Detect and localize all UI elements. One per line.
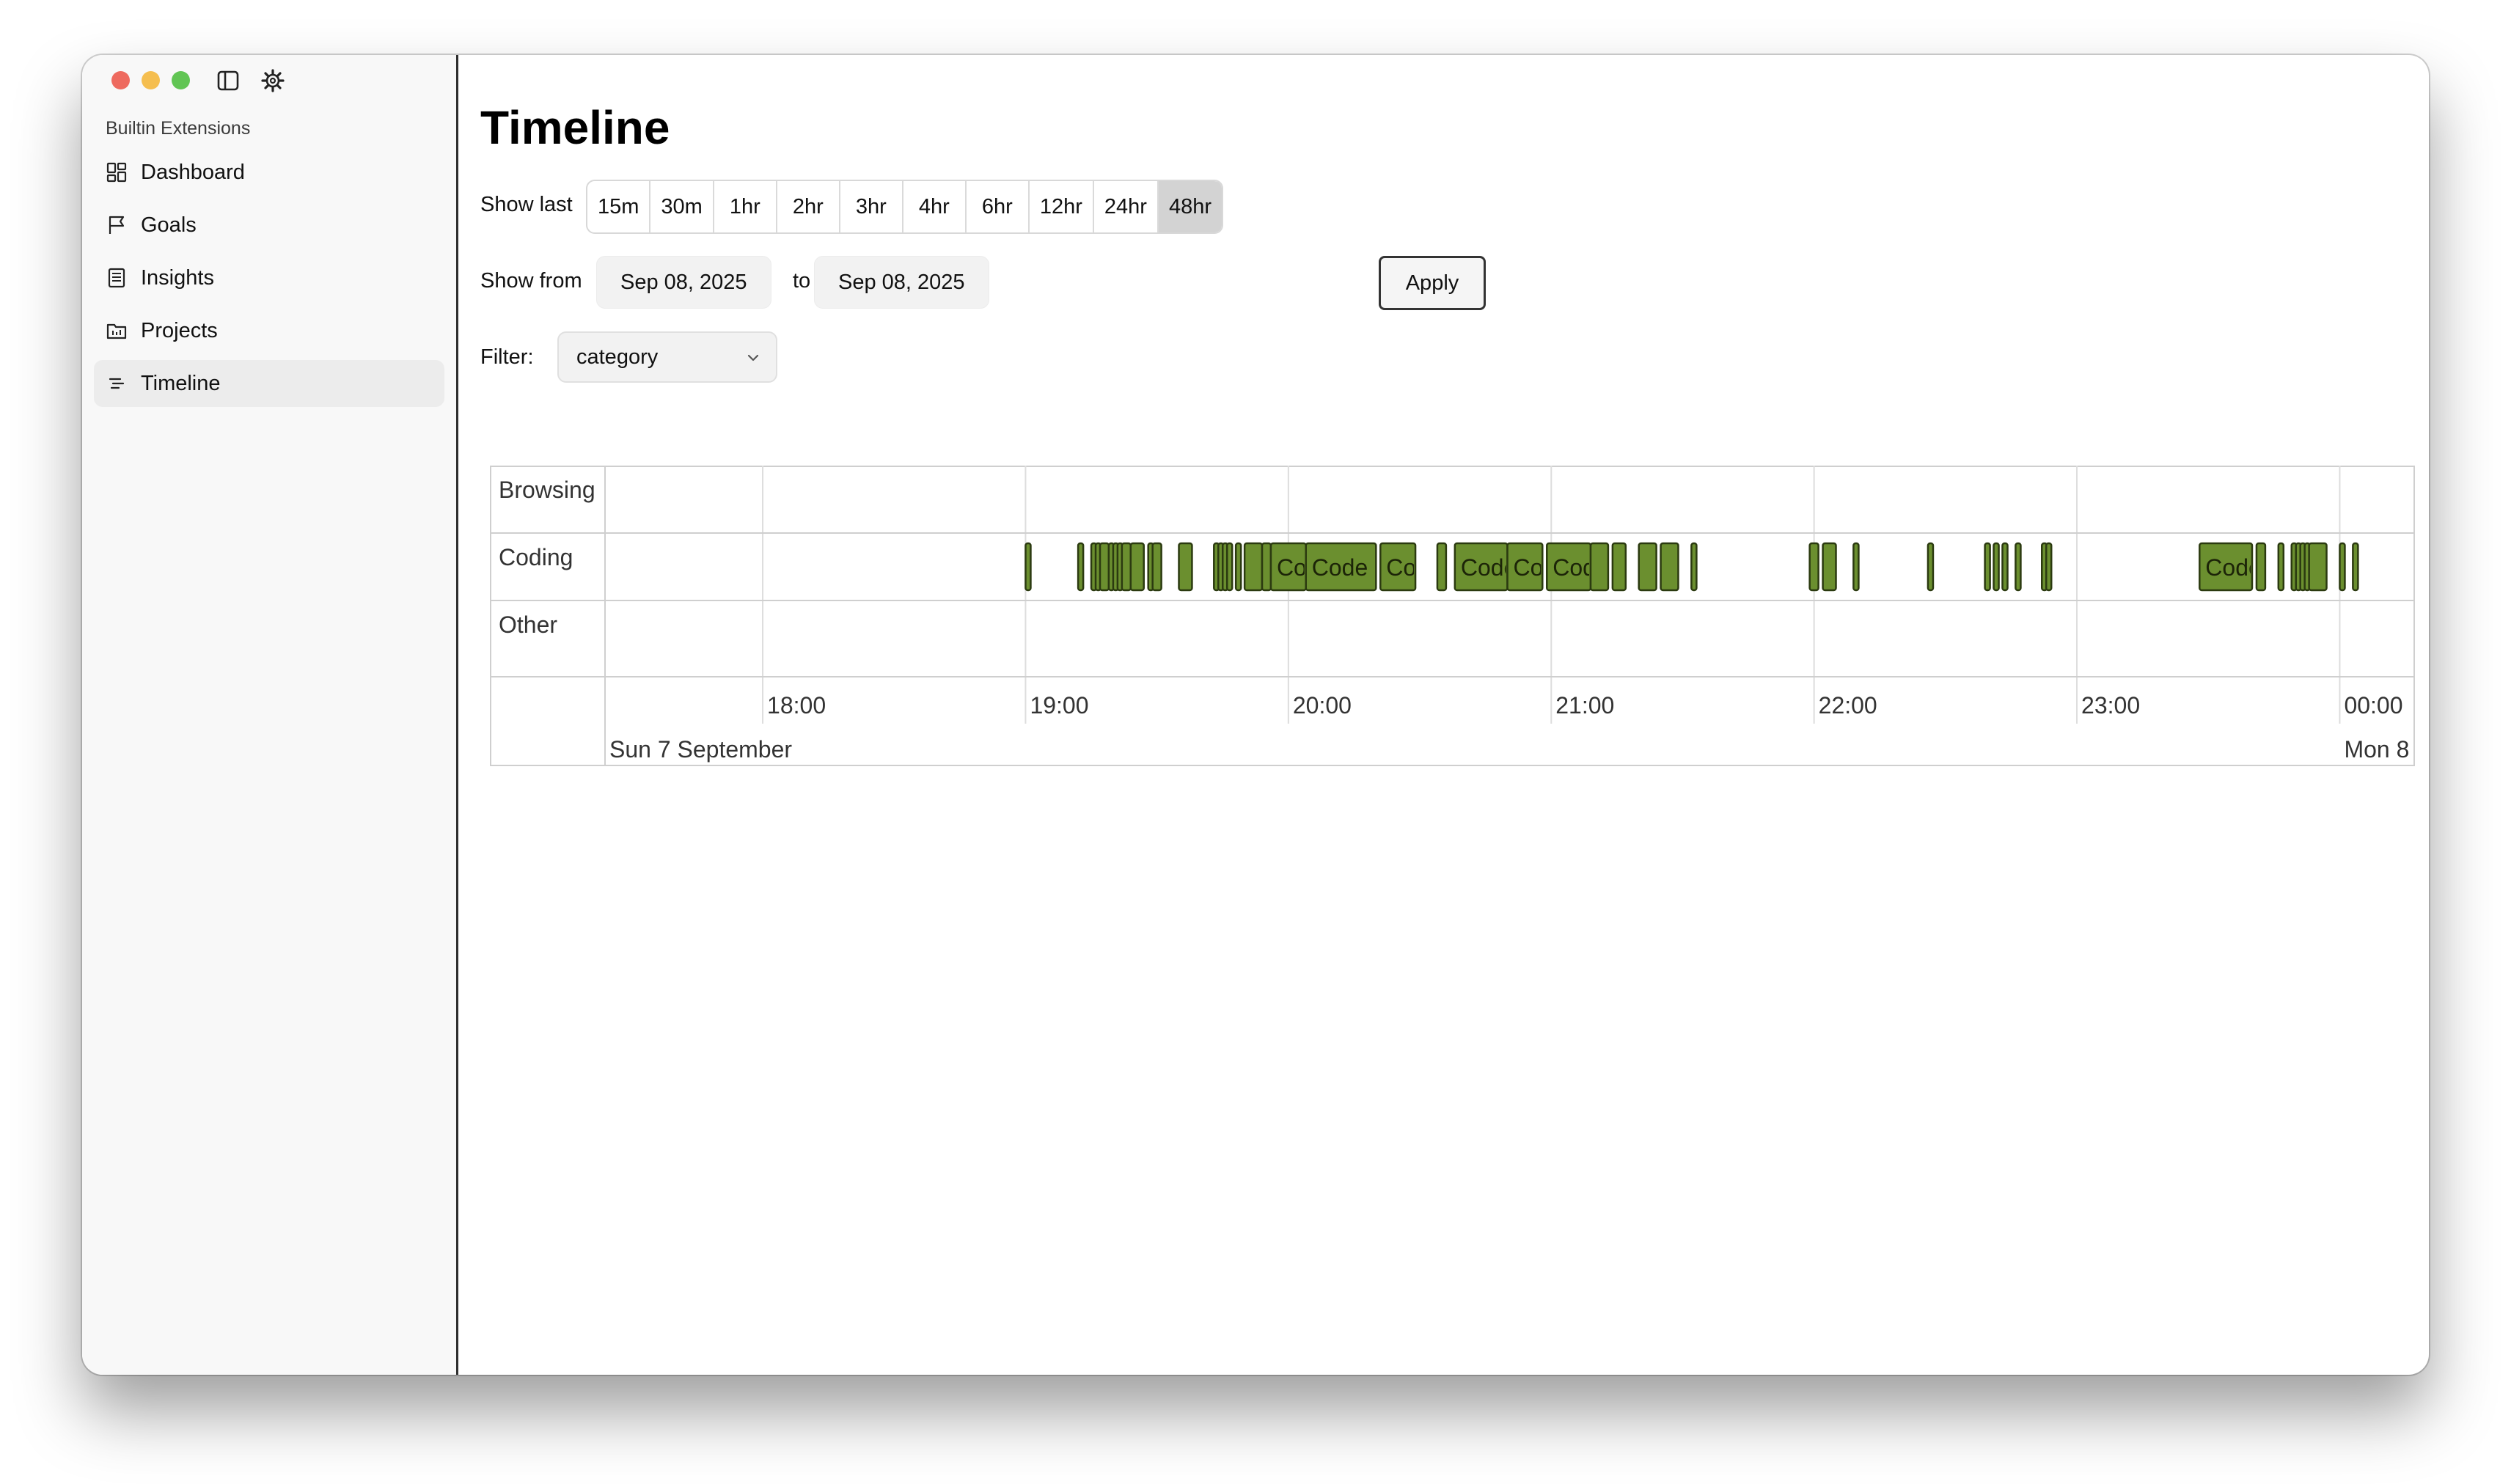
filter-label: Filter:	[480, 345, 534, 369]
zoom-window-button[interactable]	[172, 71, 190, 89]
sidebar-item-label: Dashboard	[141, 160, 245, 184]
tick-label: 22:00	[1819, 692, 1877, 719]
document-list-icon	[108, 268, 125, 288]
timeline-event-bar	[1927, 542, 1935, 592]
range-button[interactable]: 24hr	[1094, 181, 1159, 232]
range-button[interactable]: 2hr	[777, 181, 840, 232]
timeline-event-bar	[2339, 542, 2346, 592]
timeline-event-bar	[1638, 542, 1657, 592]
timeline-event-bar	[1690, 542, 1698, 592]
row-label: Browsing	[499, 477, 595, 503]
range-button[interactable]: 12hr	[1030, 181, 1094, 232]
range-button[interactable]: 6hr	[967, 181, 1030, 232]
row-label: Other	[499, 611, 557, 638]
timeline-frame	[490, 466, 2415, 766]
timeline-event-bar	[1129, 542, 1145, 592]
range-button[interactable]: 15m	[587, 181, 651, 232]
timeline-event-bar	[2015, 542, 2022, 592]
sidebar-item-projects[interactable]: Projects	[94, 307, 444, 354]
timeline-event-bar	[1261, 542, 1272, 592]
range-selector: 15m 30m 1hr 2hr 3hr 4hr 6hr 12hr 24hr 48…	[586, 180, 1223, 234]
show-last-label: Show last	[480, 193, 573, 216]
folder-icon	[106, 323, 127, 339]
from-date-field[interactable]: Sep 08, 2025	[596, 256, 771, 309]
sidebar: Builtin Extensions Dashboard Goals Insig…	[82, 55, 458, 1375]
sidebar-section-title: Builtin Extensions	[106, 118, 251, 139]
tick-label: 00:00	[2344, 692, 2402, 719]
tick-label: 19:00	[1030, 692, 1088, 719]
sidebar-item-label: Insights	[141, 265, 214, 290]
range-button-selected[interactable]: 48hr	[1158, 181, 1222, 232]
timeline-event-bar	[2308, 542, 2328, 592]
timeline-event-bar	[2255, 542, 2267, 592]
timeline-event-bar	[1024, 542, 1032, 592]
close-window-button[interactable]	[111, 71, 130, 89]
timeline-event-bar	[1611, 542, 1627, 592]
window-controls	[111, 71, 190, 89]
filter-select-value: category	[576, 345, 659, 369]
filter-select[interactable]: category	[557, 331, 777, 383]
sidebar-item-dashboard[interactable]: Dashboard	[94, 149, 444, 196]
app-window: Builtin Extensions Dashboard Goals Insig…	[82, 55, 2429, 1375]
timeline-event-bar	[1808, 542, 1819, 592]
row-label: Coding	[499, 544, 573, 570]
to-label: to	[793, 269, 811, 293]
sidebar-item-goals[interactable]: Goals	[94, 202, 444, 249]
event-label: Code	[1312, 554, 1368, 581]
timeline-event-bar	[2045, 542, 2053, 592]
sidebar-item-label: Projects	[141, 318, 218, 342]
to-date-field[interactable]: Sep 08, 2025	[814, 256, 989, 309]
range-button[interactable]: 30m	[650, 181, 714, 232]
apply-button[interactable]: Apply	[1379, 256, 1486, 310]
timeline-event-bar	[1660, 542, 1679, 592]
timeline-event-bar	[2001, 542, 2009, 592]
page-title: Timeline	[480, 101, 670, 154]
day-label-start: Sun 7 September	[609, 736, 792, 763]
sidebar-nav: Dashboard Goals Insights Projects Timeli…	[94, 149, 444, 413]
sidebar-item-label: Goals	[141, 213, 197, 237]
timeline-event-bar	[1984, 542, 1991, 592]
range-button[interactable]: 4hr	[903, 181, 967, 232]
timeline-event-bar	[2352, 542, 2359, 592]
timeline-chart: Browsing Coding Other 18:00 19:00 20:00 21:00 2…	[490, 466, 2415, 766]
timeline-lines-icon	[109, 378, 125, 389]
timeline-event-bar	[1243, 542, 1264, 592]
range-button[interactable]: 3hr	[840, 181, 903, 232]
timeline-event-bar	[1178, 542, 1193, 592]
sidebar-item-timeline[interactable]: Timeline	[94, 360, 444, 407]
timeline-event-bar	[1121, 542, 1132, 592]
timeline-event-bar	[1589, 542, 1610, 592]
timeline-event-bar	[1225, 542, 1233, 592]
sidebar-item-insights[interactable]: Insights	[94, 254, 444, 301]
dashboard-grid-icon	[106, 162, 127, 183]
tick-label: 23:00	[2081, 692, 2140, 719]
timeline-event-bar	[2277, 542, 2285, 592]
timeline-svg: Browsing Coding Other 18:00 19:00 20:00 21:00 2…	[490, 466, 2415, 766]
show-from-label: Show from	[480, 269, 582, 293]
chevron-down-icon	[747, 354, 759, 361]
main-content: Timeline Show last 15m 30m 1hr 2hr 3hr 4…	[458, 55, 2429, 1375]
day-label-end: Mon 8	[2344, 736, 2409, 763]
minimize-window-button[interactable]	[142, 71, 160, 89]
tick-label: 21:00	[1555, 692, 1614, 719]
range-button[interactable]: 1hr	[714, 181, 777, 232]
timeline-event-bar	[1234, 542, 1242, 592]
sidebar-item-label: Timeline	[141, 371, 221, 395]
toggle-sidebar-icon[interactable]	[216, 68, 241, 93]
timeline-event-bar	[1436, 542, 1448, 592]
gear-icon[interactable]	[260, 68, 285, 93]
timeline-event-bar	[1151, 542, 1162, 592]
tick-label: 20:00	[1293, 692, 1352, 719]
timeline-event-bar	[1077, 542, 1085, 592]
timeline-event-bar	[1822, 542, 1837, 592]
tick-label: 18:00	[767, 692, 826, 719]
timeline-event-bar	[1099, 542, 1110, 592]
flag-icon	[109, 216, 125, 234]
timeline-event-bar	[1852, 542, 1860, 592]
timeline-event-bar	[1993, 542, 2000, 592]
